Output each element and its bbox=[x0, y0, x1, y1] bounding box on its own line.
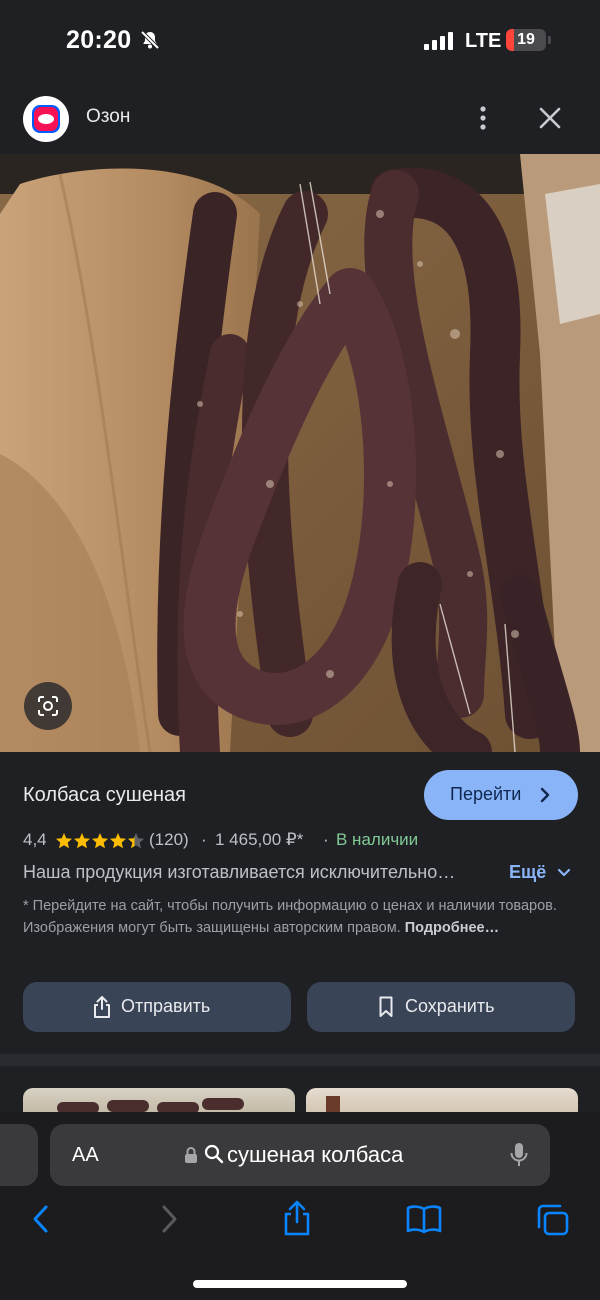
share-button[interactable]: Отправить bbox=[23, 982, 291, 1032]
save-button[interactable]: Сохранить bbox=[307, 982, 575, 1032]
home-indicator bbox=[193, 1280, 407, 1288]
chevron-down-icon bbox=[557, 868, 571, 877]
site-name[interactable]: Озон bbox=[86, 106, 130, 128]
address-bar[interactable]: AA сушеная колбаса bbox=[50, 1124, 550, 1186]
product-info-panel: Колбаса сушеная Перейти 4,4 (120) · 1 46… bbox=[0, 752, 600, 1054]
network-type: LTE bbox=[465, 30, 502, 52]
status-bar: 20:20 LTE 19 bbox=[0, 0, 600, 82]
visit-button-label: Перейти bbox=[450, 784, 522, 804]
previous-tab-peek[interactable] bbox=[0, 1124, 38, 1186]
visit-button[interactable]: Перейти bbox=[424, 770, 578, 820]
forward-icon[interactable] bbox=[158, 1204, 180, 1234]
related-results bbox=[0, 1054, 600, 1126]
product-description: Наша продукция изготавливается исключите… bbox=[23, 862, 456, 882]
product-image[interactable] bbox=[0, 154, 600, 752]
address-text: сушеная колбаса bbox=[227, 1142, 404, 1167]
share-icon bbox=[94, 996, 110, 1018]
lens-button[interactable] bbox=[24, 682, 72, 730]
battery-level: 19 bbox=[517, 31, 535, 48]
status-time: 20:20 bbox=[66, 26, 132, 54]
save-button-label: Сохранить bbox=[405, 996, 495, 1016]
bookmarks-icon[interactable] bbox=[406, 1204, 442, 1234]
review-count: (120) bbox=[149, 830, 189, 849]
product-title: Колбаса сушеная bbox=[23, 784, 186, 806]
microphone-icon[interactable] bbox=[510, 1142, 528, 1168]
meta-separator: · bbox=[201, 830, 207, 849]
disclaimer: * Перейдите на сайт, чтобы получить инфо… bbox=[23, 895, 578, 939]
rating-stars bbox=[56, 833, 144, 849]
ozon-logo-icon[interactable] bbox=[23, 96, 69, 142]
share-icon[interactable] bbox=[282, 1200, 312, 1236]
tabs-icon[interactable] bbox=[536, 1204, 570, 1236]
star-icon bbox=[74, 833, 90, 849]
bell-slash-icon bbox=[140, 30, 160, 50]
close-icon[interactable] bbox=[536, 104, 564, 132]
more-link-label: Ещё bbox=[509, 862, 547, 882]
star-icon bbox=[128, 833, 144, 849]
signal-icon bbox=[424, 32, 453, 50]
battery-icon: 19 bbox=[506, 29, 551, 51]
star-icon bbox=[110, 833, 126, 849]
learn-more-link[interactable]: Подробнее… bbox=[405, 920, 499, 936]
star-icon bbox=[92, 833, 108, 849]
bookmark-icon bbox=[379, 996, 393, 1017]
lens-icon bbox=[38, 696, 58, 716]
star-icon bbox=[56, 833, 72, 849]
share-button-label: Отправить bbox=[121, 996, 211, 1016]
reader-settings-button[interactable]: AA bbox=[72, 1144, 99, 1167]
lock-icon bbox=[185, 1147, 197, 1163]
back-icon[interactable] bbox=[30, 1204, 52, 1234]
price: 1 465,00 ₽* bbox=[215, 830, 304, 849]
result-header: Озон bbox=[0, 82, 600, 154]
chevron-right-icon bbox=[540, 787, 550, 803]
search-icon bbox=[204, 1144, 224, 1164]
more-link[interactable]: Ещё bbox=[509, 862, 571, 883]
meta-separator: · bbox=[323, 830, 329, 849]
more-vertical-icon[interactable] bbox=[470, 102, 496, 134]
rating-value: 4,4 bbox=[23, 830, 47, 849]
availability: В наличии bbox=[336, 830, 419, 849]
browser-bottom-bar: AA сушеная колбаса bbox=[0, 1112, 600, 1300]
